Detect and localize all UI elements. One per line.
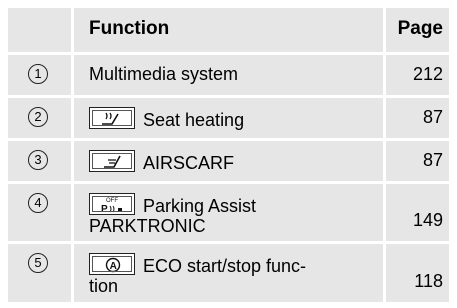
table-row: 5 A ECO start/stop func-tion 118 [8, 244, 449, 305]
header-function-label: Function [89, 18, 170, 39]
function-label-line2: PARKTRONIC [89, 216, 206, 236]
header-function-cell: Function [74, 8, 386, 52]
function-label: Seat heating [143, 110, 245, 130]
airscarf-icon [89, 150, 135, 172]
header-page-cell: Page [386, 8, 449, 52]
table-row: 2 Seat heating 87 [8, 98, 449, 141]
function-label: Multimedia system [89, 64, 239, 84]
parktronic-icon: OFF P [89, 193, 135, 215]
function-label: ECO start/stop func- [143, 256, 307, 276]
table-header: Function Page [8, 8, 449, 55]
function-label: Parking Assist [143, 196, 257, 216]
header-page-label: Page [397, 18, 443, 39]
row-number: 1 [28, 64, 48, 84]
page-number: 149 [412, 210, 443, 230]
function-label: AIRSCARF [143, 153, 235, 173]
row-number: 5 [28, 253, 48, 273]
header-num-cell [8, 8, 74, 52]
eco-start-stop-icon: A [89, 253, 135, 275]
row-number: 3 [28, 150, 48, 170]
row-number: 2 [28, 107, 48, 127]
table-row: 4 OFF P Parking Assist PARKTRONIC 149 [8, 184, 449, 244]
page-number: 118 [414, 271, 443, 291]
table-row: 1 Multimedia system 212 [8, 55, 449, 98]
function-table: Function Page 1 Multimedia system 212 2 … [8, 8, 449, 305]
function-label-line2: tion [89, 276, 119, 296]
parktronic-icon-off-text: OFF [106, 198, 118, 204]
seat-heating-icon [89, 107, 135, 129]
page-number: 87 [422, 150, 443, 170]
table-row: 3 AIRSCARF 87 [8, 141, 449, 184]
eco-icon-letter: A [110, 261, 117, 272]
page-number: 212 [412, 64, 443, 84]
row-number: 4 [28, 193, 48, 213]
page-number: 87 [422, 107, 443, 127]
svg-text:P: P [101, 204, 108, 215]
